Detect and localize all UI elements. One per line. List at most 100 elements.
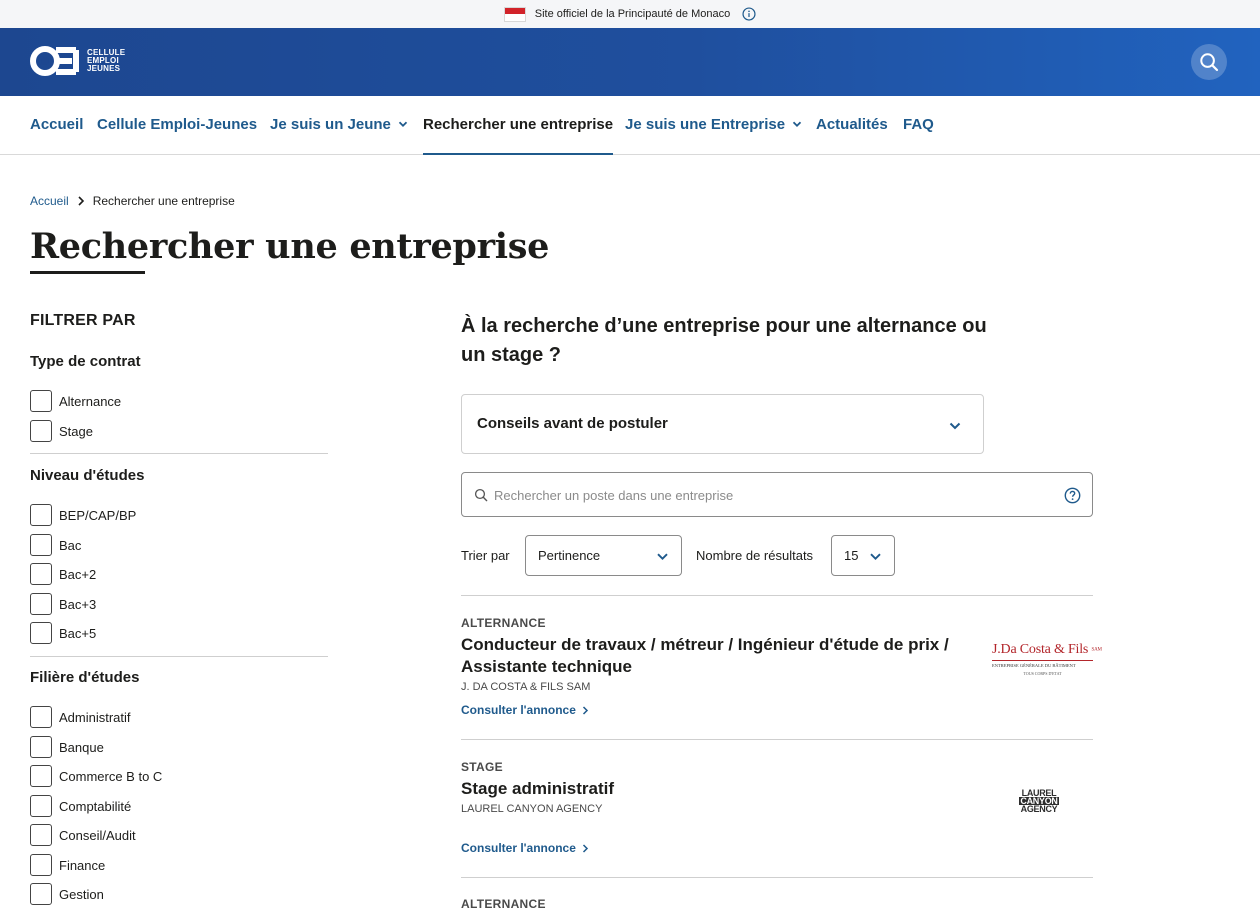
filter-option-label: Conseil/Audit [59, 827, 136, 843]
official-site-text: Site officiel de la Principauté de Monac… [534, 8, 731, 20]
filter-divider [30, 453, 328, 454]
info-icon[interactable] [742, 7, 756, 21]
intro-heading: À la recherche d’une entreprise pour une… [461, 315, 987, 366]
nav-label: Actualités [816, 116, 888, 133]
breadcrumb-home-link[interactable]: Accueil [30, 194, 69, 208]
result-divider [461, 595, 1093, 596]
nav-item-je-suis-une-entreprise[interactable]: Je suis une Entreprise [625, 96, 803, 155]
result-type: ALTERNANCE [461, 897, 546, 910]
filter-option-label: Finance [59, 857, 106, 873]
filter-option-bac-3[interactable]: Bac+3 [30, 593, 96, 615]
filter-option-finance[interactable]: Finance [30, 854, 105, 876]
nav-item-accueil[interactable]: Accueil [30, 96, 83, 155]
chevron-right-icon [582, 843, 588, 853]
header-search-button[interactable] [1191, 44, 1227, 80]
result-divider [461, 739, 1093, 740]
main-navigation: Accueil Cellule Emploi-Jeunes Je suis un… [0, 96, 1260, 155]
checkbox[interactable] [30, 390, 52, 412]
site-header: CELLULE EMPLOI JEUNES [0, 28, 1260, 96]
title-underline [30, 271, 145, 274]
result-item: ALTERNANCE [461, 897, 1093, 910]
filter-divider [30, 656, 328, 657]
checkbox[interactable] [30, 765, 52, 787]
nav-item-cellule-emploi-jeunes[interactable]: Cellule Emploi-Jeunes [97, 96, 257, 155]
filter-option-bac[interactable]: Bac [30, 534, 81, 556]
nav-item-rechercher-une-entreprise[interactable]: Rechercher une entreprise [423, 96, 614, 155]
filter-option-bac-2[interactable]: Bac+2 [30, 563, 96, 585]
search-icon [474, 488, 488, 502]
filter-option-banque[interactable]: Banque [30, 736, 104, 758]
checkbox[interactable] [30, 563, 52, 585]
logo-line: AGENCY [1020, 804, 1058, 814]
filter-option-bac-5[interactable]: Bac+5 [30, 622, 96, 644]
filter-option-comptabilite[interactable]: Comptabilité [30, 795, 131, 817]
checkbox[interactable] [30, 736, 52, 758]
result-type: ALTERNANCE [461, 616, 546, 630]
search-icon [1200, 53, 1219, 72]
sort-select-value: Pertinence [538, 548, 601, 563]
sort-select[interactable]: Pertinence [525, 535, 682, 576]
cellule-emploi-jeunes-logo-icon [30, 46, 79, 76]
company-logo-jdacosta: J.Da Costa & Fils SAM ENTREPRISE GÉNÉRAL… [992, 642, 1102, 684]
filter-group-title: Type de contrat [30, 353, 141, 370]
nav-item-je-suis-un-jeune[interactable]: Je suis un Jeune [270, 96, 409, 155]
result-title[interactable]: Stage administratif [461, 778, 961, 800]
filter-option-label: Commerce B to C [59, 768, 163, 784]
checkbox[interactable] [30, 593, 52, 615]
filter-option-label: Gestion [59, 886, 104, 902]
filter-option-conseil-audit[interactable]: Conseil/Audit [30, 824, 136, 846]
nav-label: Accueil [30, 116, 84, 133]
filter-option-label: Bac+3 [59, 596, 97, 612]
logo-line: JEUNES [87, 64, 121, 73]
results-count-value: 15 [844, 548, 859, 563]
result-divider [461, 877, 1093, 878]
filter-option-label: BEP/CAP/BP [59, 507, 137, 523]
results-count-label: Nombre de résultats [696, 548, 814, 563]
chevron-down-icon [949, 422, 961, 430]
checkbox[interactable] [30, 420, 52, 442]
checkbox[interactable] [30, 854, 52, 876]
result-item: STAGE Stage administratif LAUREL CANYON … [461, 760, 1093, 855]
view-offer-label: Consulter l'annonce [461, 703, 576, 717]
chevron-down-icon [870, 553, 881, 561]
monaco-flag-icon [503, 6, 526, 22]
view-offer-label: Consulter l'annonce [461, 841, 576, 855]
checkbox[interactable] [30, 706, 52, 728]
filter-option-stage[interactable]: Stage [30, 420, 93, 442]
checkbox[interactable] [30, 795, 52, 817]
nav-item-faq[interactable]: FAQ [903, 96, 934, 155]
filter-option-commerce-b-to-c[interactable]: Commerce B to C [30, 765, 162, 787]
advice-accordion[interactable]: Conseils avant de postuler [461, 394, 984, 454]
filter-option-label: Banque [59, 739, 104, 755]
help-icon[interactable] [1064, 487, 1081, 504]
filter-option-label: Administratif [59, 709, 131, 725]
checkbox[interactable] [30, 824, 52, 846]
checkbox[interactable] [30, 883, 52, 905]
logo-tagline: ENTREPRISE GÉNÉRALE DU BÂTIMENT [992, 663, 1076, 668]
result-title[interactable]: Conducteur de travaux / métreur / Ingéni… [461, 634, 961, 678]
checkbox[interactable] [30, 622, 52, 644]
results-count-select[interactable]: 15 [831, 535, 895, 576]
chevron-down-icon [792, 121, 802, 127]
nav-item-actualites[interactable]: Actualités [816, 96, 888, 155]
site-logo[interactable]: CELLULE EMPLOI JEUNES [30, 40, 125, 82]
filter-option-gestion[interactable]: Gestion [30, 883, 104, 905]
filter-option-bep-cap-bp[interactable]: BEP/CAP/BP [30, 504, 136, 526]
view-offer-link[interactable]: Consulter l'annonce [461, 703, 589, 717]
result-item: ALTERNANCE Conducteur de travaux / métre… [461, 616, 1102, 717]
filter-group-title: Niveau d'études [30, 467, 145, 484]
job-search-input[interactable] [494, 481, 1054, 509]
filter-option-label: Stage [59, 423, 93, 439]
filter-option-alternance[interactable]: Alternance [30, 390, 121, 412]
chevron-right-icon [582, 705, 588, 715]
nav-label: FAQ [903, 116, 934, 133]
filter-option-label: Bac [59, 537, 82, 553]
logo-suffix-text: SAM [1091, 647, 1102, 653]
filter-option-administratif[interactable]: Administratif [30, 706, 131, 728]
checkbox[interactable] [30, 534, 52, 556]
chevron-right-icon [78, 196, 84, 206]
filter-option-label: Bac+2 [59, 566, 97, 582]
checkbox[interactable] [30, 504, 52, 526]
filter-option-label: Bac+5 [59, 625, 97, 641]
view-offer-link[interactable]: Consulter l'annonce [461, 841, 589, 855]
